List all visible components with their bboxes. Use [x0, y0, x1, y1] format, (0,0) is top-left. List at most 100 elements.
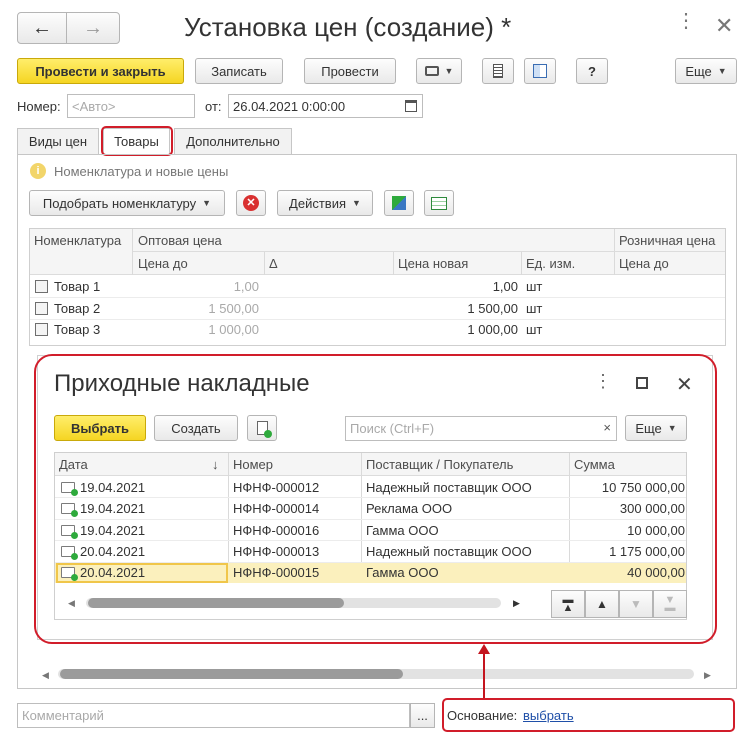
price-new[interactable]: 1 500,00 — [400, 301, 518, 316]
product-name[interactable]: Товар 1 — [54, 279, 100, 294]
printer-icon — [424, 66, 439, 76]
more-vert-icon[interactable]: ⋮ — [676, 11, 696, 31]
doc-sum[interactable]: 40 000,00 — [575, 565, 685, 580]
col-divider — [521, 252, 522, 275]
scroll-left-icon[interactable]: ◀ — [42, 670, 49, 681]
col-price-before: Цена до — [138, 256, 188, 271]
posted-document-icon — [61, 546, 78, 560]
doc-counterparty[interactable]: Гамма ООО — [366, 565, 439, 580]
doc-sum[interactable]: 10 000,00 — [575, 523, 685, 538]
popup-scrollbar-thumb[interactable] — [88, 598, 344, 608]
doc-number[interactable]: НФНФ-000016 — [233, 523, 319, 538]
search-input[interactable]: Поиск (Ctrl+F) × — [345, 416, 617, 441]
doc-counterparty[interactable]: Надежный поставщик ООО — [366, 544, 532, 559]
number-label: Номер: — [17, 99, 61, 114]
tab-price-types[interactable]: Виды цен — [17, 128, 99, 154]
post-and-close-button[interactable]: Провести и закрыть — [17, 58, 184, 84]
create-button[interactable]: Создать — [154, 415, 238, 441]
structure-button[interactable] — [524, 58, 556, 84]
header-divider — [133, 251, 725, 252]
fill-button[interactable] — [384, 190, 414, 216]
copy-document-icon — [256, 421, 272, 438]
help-button[interactable]: ? — [576, 58, 608, 84]
choose-button[interactable]: Выбрать — [54, 415, 146, 441]
price-new[interactable]: 1,00 — [400, 279, 518, 294]
post-button[interactable]: Провести — [304, 58, 396, 84]
number-field[interactable]: <Авто> — [67, 94, 195, 118]
more-label: Еще — [685, 63, 712, 79]
basis-select-link[interactable]: выбрать — [523, 708, 574, 723]
price-before: 1 000,00 — [208, 322, 259, 337]
doc-date[interactable]: 19.04.2021 — [80, 523, 145, 538]
chevron-down-icon: ▼ — [667, 423, 677, 433]
clear-icon[interactable]: × — [603, 420, 611, 435]
doc-number[interactable]: НФНФ-000015 — [233, 565, 319, 580]
price-before: 1,00 — [233, 279, 259, 294]
scroll-right-icon[interactable]: ▶ — [513, 598, 520, 609]
col-wholesale: Оптовая цена — [138, 233, 222, 248]
scroll-right-icon[interactable]: ▶ — [704, 670, 711, 681]
go-last-button[interactable]: ▼ ▬ — [653, 590, 687, 618]
print-button[interactable]: ▼ — [416, 58, 462, 84]
fill-icon — [392, 196, 406, 210]
info-icon: i — [30, 163, 46, 179]
search-placeholder: Поиск (Ctrl+F) — [350, 421, 435, 436]
popup-title: Приходные накладные — [54, 370, 310, 397]
go-up-button[interactable]: ▲ — [585, 590, 619, 618]
col-date[interactable]: Дата — [59, 457, 88, 472]
main-scrollbar-thumb[interactable] — [60, 669, 403, 679]
popup-more-label: Еще — [635, 420, 662, 436]
copy-button[interactable] — [247, 415, 277, 441]
unit: шт — [526, 301, 543, 316]
doc-date[interactable]: 20.04.2021 — [80, 565, 145, 580]
product-name[interactable]: Товар 3 — [54, 322, 100, 337]
col-item: Номенклатура — [34, 233, 122, 248]
forward-button[interactable]: → — [66, 12, 120, 44]
actions-button[interactable]: Действия ▼ — [277, 190, 373, 216]
col-counterparty[interactable]: Поставщик / Покупатель — [366, 457, 513, 472]
doc-date[interactable]: 19.04.2021 — [80, 480, 145, 495]
calendar-icon[interactable] — [405, 100, 417, 112]
doc-counterparty[interactable]: Надежный поставщик ООО — [366, 480, 532, 495]
product-name[interactable]: Товар 2 — [54, 301, 100, 316]
doc-number[interactable]: НФНФ-000012 — [233, 480, 319, 495]
doc-sum[interactable]: 1 175 000,00 — [575, 544, 685, 559]
select-items-button[interactable]: Подобрать номенклатуру ▼ — [29, 190, 225, 216]
maximize-icon[interactable] — [636, 377, 648, 389]
last-page-icon: ▼ ▬ — [664, 594, 676, 614]
popup-more-button[interactable]: Еще ▼ — [625, 415, 687, 441]
price-new[interactable]: 1 000,00 — [400, 322, 518, 337]
date-field[interactable]: 26.04.2021 0:00:00 — [228, 94, 423, 118]
tab-additional[interactable]: Дополнительно — [174, 128, 292, 154]
col-number[interactable]: Номер — [233, 457, 273, 472]
scroll-left-icon[interactable]: ◀ — [68, 598, 75, 609]
col-retail: Розничная цена — [619, 233, 716, 248]
doc-number[interactable]: НФНФ-000013 — [233, 544, 319, 559]
doc-sum[interactable]: 300 000,00 — [575, 501, 685, 516]
save-button[interactable]: Записать — [195, 58, 283, 84]
doc-date[interactable]: 20.04.2021 — [80, 544, 145, 559]
price-before: 1 500,00 — [208, 301, 259, 316]
go-down-button[interactable]: ▼ — [619, 590, 653, 618]
col-sum[interactable]: Сумма — [574, 457, 615, 472]
tab-goods[interactable]: Товары — [103, 128, 170, 154]
go-first-button[interactable]: ▬ ▲ — [551, 590, 585, 618]
doc-counterparty[interactable]: Реклама ООО — [366, 501, 452, 516]
doc-number[interactable]: НФНФ-000014 — [233, 501, 319, 516]
import-button[interactable] — [424, 190, 454, 216]
doc-sum[interactable]: 10 750 000,00 — [575, 480, 685, 495]
more-button[interactable]: Еще ▼ — [675, 58, 737, 84]
report-button[interactable] — [482, 58, 514, 84]
doc-date[interactable]: 19.04.2021 — [80, 501, 145, 516]
more-vert-icon[interactable]: ⋮ — [594, 372, 612, 390]
delete-row-button[interactable]: ✕ — [236, 190, 266, 216]
product-icon — [35, 280, 48, 293]
close-icon[interactable]: ✕ — [715, 13, 733, 39]
doc-counterparty[interactable]: Гамма ООО — [366, 523, 439, 538]
comment-field[interactable]: Комментарий — [17, 703, 410, 728]
comment-select-button[interactable]: ... — [410, 703, 435, 728]
date-label: от: — [205, 99, 222, 114]
close-icon[interactable]: ✕ — [676, 372, 693, 397]
select-items-label: Подобрать номенклатуру — [42, 195, 197, 211]
back-button[interactable]: ← — [17, 12, 67, 44]
